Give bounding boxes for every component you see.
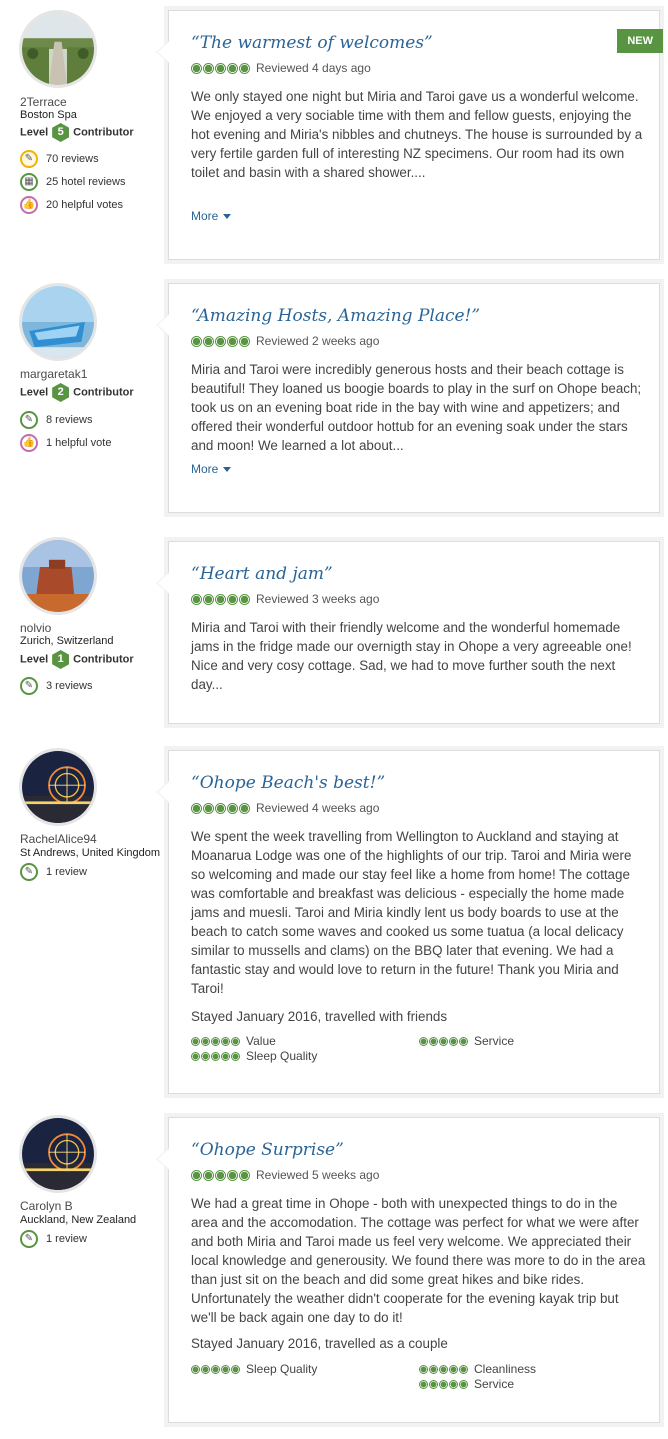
review-card: “Ohope Surprise” Reviewed 5 weeks ago We… [156,1117,660,1423]
review-date: Reviewed 3 weeks ago [256,592,380,606]
subrating-sleep-quality: Sleep Quality [191,1049,317,1064]
helpful-votes-icon: 👍 [20,196,38,215]
review-text: We spent the week travelling from Wellin… [191,829,632,996]
review-count-icon: ✎ [20,1230,38,1249]
review-item: nolvio Zurich, Switzerland Level 1 Contrib… [0,537,668,727]
username[interactable]: nolvio [20,621,51,635]
review-title[interactable]: “Heart and jam” [191,564,333,584]
rating-bubbles-icon [191,802,251,814]
bubble-rating: Reviewed 2 weeks ago [191,334,379,348]
badge-reviews: ✎ 1 review [20,862,87,882]
rating-bubbles-icon [419,1037,469,1046]
subrating-sleep-quality: Sleep Quality [191,1362,317,1377]
badge-helpful-votes: 👍 20 helpful votes [20,195,123,215]
review-date: Reviewed 4 weeks ago [256,801,380,815]
username[interactable]: RachelAlice94 [20,832,97,846]
review-item: margaretak1 Level 2 Contributor ✎ 8 reviews… [0,283,668,518]
contributor-level: Level 1 Contributor [20,650,134,669]
bubble-rating: Reviewed 4 days ago [191,61,371,75]
rating-bubbles-icon [419,1365,469,1374]
bubble-rating: Reviewed 5 weeks ago [191,1168,379,1182]
bubble-rating: Reviewed 4 weeks ago [191,801,379,815]
rating-bubbles-icon [191,593,251,605]
review-text: We only stayed one night but Miria and T… [191,89,643,180]
level-badge-icon: 1 [52,650,70,669]
card-pointer [156,781,169,803]
rating-bubbles-icon [191,1037,241,1046]
review-count-icon: ✎ [20,677,38,696]
new-badge: NEW [617,29,663,53]
card-pointer [156,41,169,63]
more-link[interactable]: More [191,209,232,223]
subrating-service: Service [419,1034,514,1049]
review-count-icon: ✎ [20,411,38,430]
contributor-level: Level 2 Contributor [20,383,134,402]
rating-bubbles-icon [191,1052,241,1061]
avatar[interactable] [19,748,97,826]
review-count-icon: ✎ [20,863,38,882]
review-card: “Ohope Beach's best!” Reviewed 4 weeks a… [156,750,660,1094]
rating-bubbles-icon [419,1380,469,1389]
review-date: Reviewed 2 weeks ago [256,334,380,348]
stay-info: Stayed January 2016, travelled with frie… [191,1009,448,1024]
helpful-votes-icon: 👍 [20,434,38,453]
stay-info: Stayed January 2016, travelled as a coup… [191,1336,448,1351]
card-pointer [156,314,169,336]
badge-reviews: ✎ 70 reviews [20,149,99,169]
card-pointer [156,1148,169,1170]
level-suffix: Contributor [73,126,134,139]
review-item: Carolyn B Auckland, New Zealand ✎ 1 revie… [0,1115,668,1433]
subrating-cleanliness: Cleanliness [419,1362,536,1377]
review-text: We had a great time in Ohope - both with… [191,1196,646,1325]
review-item: RachelAlice94 St Andrews, United Kingdom… [0,748,668,1098]
review-card: “Heart and jam” Reviewed 3 weeks ago Mir… [156,541,660,724]
rating-bubbles-icon [191,1169,251,1181]
user-location: Zurich, Switzerland [20,635,114,647]
avatar[interactable] [19,1115,97,1193]
review-text: Miria and Taroi with their friendly welc… [191,620,632,692]
card-pointer [156,572,169,594]
review-item: 2Terrace Boston Spa Level 5 Contributor ✎ 7… [0,10,668,265]
username[interactable]: margaretak1 [20,367,87,381]
contributor-level: Level 5 Contributor [20,123,134,142]
review-title[interactable]: “Ohope Surprise” [191,1140,344,1160]
badge-reviews: ✎ 3 reviews [20,676,92,696]
badge-hotel-reviews: ▦ 25 hotel reviews [20,172,126,192]
level-badge-icon: 2 [52,383,70,402]
level-badge-icon: 5 [52,123,70,142]
rating-bubbles-icon [191,62,251,74]
review-date: Reviewed 5 weeks ago [256,1168,380,1182]
username[interactable]: 2Terrace [20,95,67,109]
review-count-icon: ✎ [20,150,38,169]
review-date: Reviewed 4 days ago [256,61,371,75]
subrating-service: Service [419,1377,514,1392]
review-title[interactable]: “Ohope Beach's best!” [191,773,385,793]
user-location: St Andrews, United Kingdom [20,847,161,859]
more-link[interactable]: More [191,462,232,476]
badge-reviews: ✎ 8 reviews [20,410,92,430]
review-text: Miria and Taroi were incredibly generous… [191,362,642,453]
rating-bubbles-icon [191,335,251,347]
badge-helpful-votes: 👍 1 helpful vote [20,433,111,453]
review-title[interactable]: “The warmest of welcomes” [191,33,433,53]
avatar[interactable] [19,10,97,88]
chevron-down-icon [223,467,232,473]
user-location: Auckland, New Zealand [20,1214,137,1226]
review-card: “Amazing Hosts, Amazing Place!” Reviewed… [156,283,660,513]
avatar[interactable] [19,283,97,361]
chevron-down-icon [223,214,232,220]
rating-bubbles-icon [191,1365,241,1374]
level-prefix: Level [20,126,49,139]
review-title[interactable]: “Amazing Hosts, Amazing Place!” [191,306,480,326]
subrating-value: Value [191,1034,276,1049]
bubble-rating: Reviewed 3 weeks ago [191,592,379,606]
user-location: Boston Spa [20,109,77,121]
avatar[interactable] [19,537,97,615]
badge-reviews: ✎ 1 review [20,1229,87,1249]
hotel-reviews-icon: ▦ [20,173,38,192]
username[interactable]: Carolyn B [20,1199,73,1213]
review-card: NEW “The warmest of welcomes” Reviewed 4… [156,10,663,260]
